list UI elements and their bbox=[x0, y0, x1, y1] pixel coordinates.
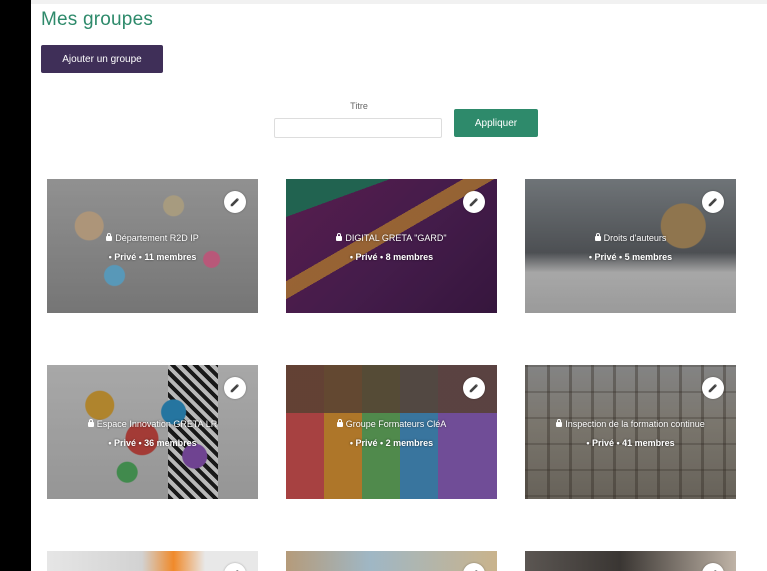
edit-group-button[interactable] bbox=[463, 191, 485, 213]
edit-group-button[interactable] bbox=[702, 191, 724, 213]
group-card[interactable]: Groupe Formateurs CléA • Privé • 2 membr… bbox=[286, 365, 497, 499]
pencil-icon bbox=[230, 383, 240, 393]
group-meta: • Privé • 11 membres bbox=[108, 252, 197, 262]
edit-group-button[interactable] bbox=[463, 377, 485, 399]
title-filter-input[interactable] bbox=[274, 118, 442, 138]
group-card[interactable]: DIGITAL GRETA "GARD" • Privé • 8 membres bbox=[286, 179, 497, 313]
group-meta: • Privé • 41 membres bbox=[586, 438, 675, 448]
left-sidebar bbox=[0, 0, 31, 571]
pencil-icon bbox=[469, 383, 479, 393]
pencil-icon bbox=[230, 197, 240, 207]
group-card[interactable]: Département R2D IP • Privé • 11 membres bbox=[47, 179, 258, 313]
group-card[interactable]: Espace Innovation GRETA LR • Privé • 36 … bbox=[47, 365, 258, 499]
page-title: Mes groupes bbox=[41, 9, 154, 30]
group-card[interactable]: Droits d'auteurs • Privé • 5 membres bbox=[525, 179, 736, 313]
group-name: Inspection de la formation continue bbox=[525, 419, 736, 429]
group-name: DIGITAL GRETA "GARD" bbox=[286, 233, 497, 243]
lock-icon bbox=[556, 419, 563, 427]
lock-icon bbox=[594, 233, 601, 241]
add-group-button[interactable]: Ajouter un groupe bbox=[41, 45, 163, 73]
group-meta: • Privé • 8 membres bbox=[349, 252, 434, 262]
pencil-icon bbox=[708, 383, 718, 393]
group-name: Département R2D IP bbox=[47, 233, 258, 243]
group-name: Droits d'auteurs bbox=[525, 233, 736, 243]
title-filter-label: Titre bbox=[350, 101, 368, 111]
group-card[interactable]: Inspection de la formation continue • Pr… bbox=[525, 365, 736, 499]
pencil-icon bbox=[469, 197, 479, 207]
pencil-icon bbox=[708, 197, 718, 207]
group-card[interactable] bbox=[286, 551, 497, 571]
lock-icon bbox=[106, 233, 113, 241]
group-card[interactable] bbox=[47, 551, 258, 571]
apply-button[interactable]: Appliquer bbox=[454, 109, 538, 137]
lock-icon bbox=[87, 419, 94, 427]
lock-icon bbox=[336, 233, 343, 241]
group-card[interactable] bbox=[525, 551, 736, 571]
top-bar bbox=[31, 0, 767, 4]
lock-icon bbox=[336, 419, 343, 427]
group-meta: • Privé • 36 membres bbox=[108, 438, 197, 448]
group-meta: • Privé • 5 membres bbox=[588, 252, 673, 262]
edit-group-button[interactable] bbox=[224, 377, 246, 399]
edit-group-button[interactable] bbox=[702, 377, 724, 399]
group-meta: • Privé • 2 membres bbox=[349, 438, 434, 448]
group-name: Espace Innovation GRETA LR bbox=[47, 419, 258, 429]
edit-group-button[interactable] bbox=[224, 191, 246, 213]
group-name: Groupe Formateurs CléA bbox=[286, 419, 497, 429]
